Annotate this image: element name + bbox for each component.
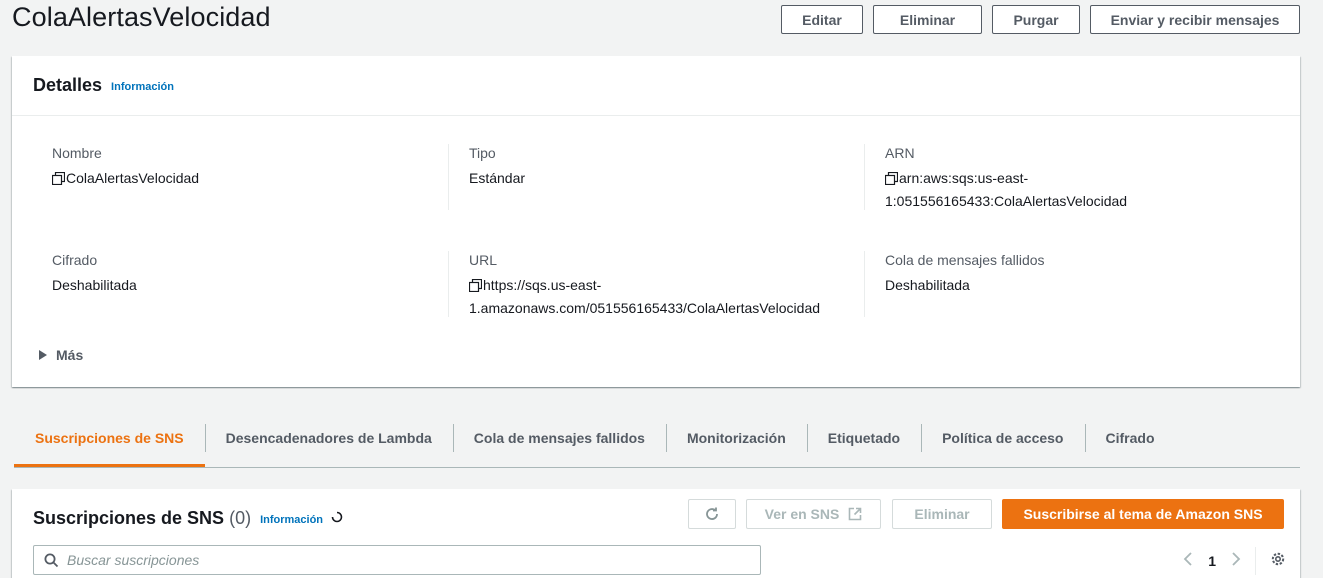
tab-encryption[interactable]: Cifrado [1084,424,1176,452]
encryption-label: Cifrado [52,252,98,268]
column-divider [864,144,865,210]
sns-subscriptions-panel: Suscripciones de SNS (0) Información Ver… [12,489,1300,578]
gear-icon[interactable] [1270,551,1286,572]
details-info-link[interactable]: Información [111,81,174,93]
subscriptions-title: Suscripciones de SNS [33,508,225,528]
subscribe-sns-topic-button[interactable]: Suscribirse al tema de Amazon SNS [1002,499,1284,529]
type-label: Tipo [469,145,496,161]
dlq-label: Cola de mensajes fallidos [885,252,1045,268]
subscriptions-count: (0) [229,508,252,528]
url-field: URL https://sqs.us-east- 1.amazonaws.com… [468,250,821,319]
edit-button[interactable]: Editar [781,5,863,34]
subscriptions-info-link[interactable]: Información [260,514,323,526]
search-input[interactable] [67,552,747,568]
name-field: Nombre ColaAlertasVelocidad [51,143,200,191]
search-icon [44,553,59,567]
tab-access-policy[interactable]: Política de acceso [921,424,1084,452]
delete-subscription-button[interactable]: Eliminar [892,499,992,529]
page-number[interactable]: 1 [1208,553,1216,569]
encryption-value: Deshabilitada [52,277,137,293]
header-actions: Editar Eliminar Purgar Enviar y recibir … [781,5,1300,34]
pager-divider [1255,547,1256,575]
queue-tabs: Suscripciones de SNS Desencadenadores de… [14,424,1300,468]
view-in-sns-label: Ver en SNS [764,506,840,522]
copy-icon[interactable] [51,170,66,191]
search-box [33,545,761,575]
more-label: Más [56,347,84,363]
tab-monitoring[interactable]: Monitorización [665,424,807,452]
refresh-button[interactable] [688,499,736,529]
chevron-right-icon[interactable] [1229,551,1243,572]
arn-field: ARN arn:aws:sqs:us-east- 1:051556165433:… [884,143,1128,212]
details-title: Detalles [33,75,103,95]
purge-button[interactable]: Purgar [992,5,1080,34]
copy-icon[interactable] [884,170,899,191]
column-divider [448,144,449,210]
url-label: URL [469,252,498,268]
caret-right-icon [39,350,47,360]
arn-label: ARN [885,145,915,161]
page-title: ColaAlertasVelocidad [12,2,271,32]
pagination: 1 [1181,547,1286,575]
tab-dead-letter-queue[interactable]: Cola de mensajes fallidos [452,424,666,452]
encryption-field: Cifrado Deshabilitada [52,250,137,296]
details-header: Detalles Información [12,56,1300,116]
arn-value-line1: arn:aws:sqs:us-east- [899,170,1029,186]
name-label: Nombre [52,145,102,161]
type-value: Estándar [469,170,526,186]
dead-letter-queue-field: Cola de mensajes fallidos Deshabilitada [885,250,1045,296]
tab-sns-subscriptions[interactable]: Suscripciones de SNS [14,424,205,467]
tab-lambda-triggers[interactable]: Desencadenadores de Lambda [204,424,453,452]
arn-value-line2: 1:051556165433:ColaAlertasVelocidad [885,193,1128,209]
refresh-icon [706,507,718,520]
spinner-icon [331,510,343,528]
subscriptions-header: Suscripciones de SNS (0) Información [33,508,343,529]
details-panel: Detalles Información Nombre ColaAlertasV… [12,56,1300,387]
url-value-line1: https://sqs.us-east- [483,277,602,293]
name-value: ColaAlertasVelocidad [66,170,200,186]
column-divider [448,251,449,317]
external-link-icon [849,507,862,521]
url-value-line2: 1.amazonaws.com/051556165433/ColaAlertas… [469,300,821,316]
send-receive-messages-button[interactable]: Enviar y recibir mensajes [1090,5,1300,34]
type-field: Tipo Estándar [469,143,525,189]
more-expander[interactable]: Más [39,347,83,363]
tab-tagging[interactable]: Etiquetado [806,424,921,452]
column-divider [864,251,865,317]
chevron-left-icon[interactable] [1181,551,1195,572]
copy-icon[interactable] [468,277,483,298]
delete-button[interactable]: Eliminar [873,5,982,34]
view-in-sns-button[interactable]: Ver en SNS [746,499,881,529]
dlq-value: Deshabilitada [885,277,970,293]
